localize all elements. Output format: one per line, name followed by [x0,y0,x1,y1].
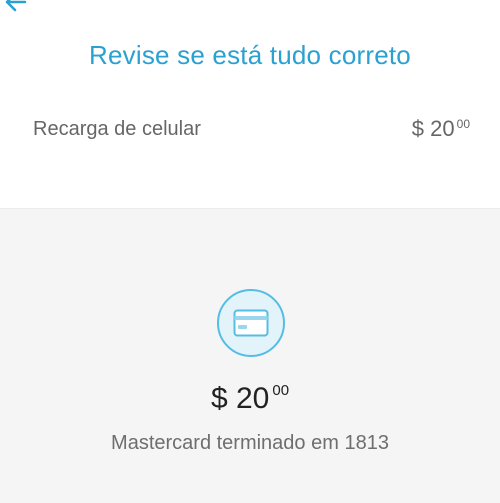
total-whole: 20 [235,382,270,415]
card-description: Mastercard terminado em 1813 [111,432,389,454]
summary-amount-whole: 20 [430,116,455,141]
summary-amount-cents: 00 [456,117,470,131]
page-title: Revise se está tudo correto [89,40,411,70]
summary-amount: $ 20 00 [412,116,470,142]
total-currency: $ [210,382,228,415]
credit-card-icon [233,309,269,337]
arrow-left-icon [5,0,27,12]
review-screen: Revise se está tudo correto Recarga de c… [0,0,500,503]
summary-row: Recarga de celular $ 20 00 [33,114,470,144]
payment-method-badge [217,289,285,357]
summary-item-label: Recarga de celular [33,117,201,140]
review-header-section: Revise se está tudo correto Recarga de c… [0,0,500,208]
payment-total: $ 20 00 [0,382,500,416]
summary-currency: $ [411,116,425,141]
total-cents: 00 [272,382,290,399]
back-button[interactable] [0,0,30,14]
payment-section: $ 20 00 Mastercard terminado em 1813 [0,208,500,503]
